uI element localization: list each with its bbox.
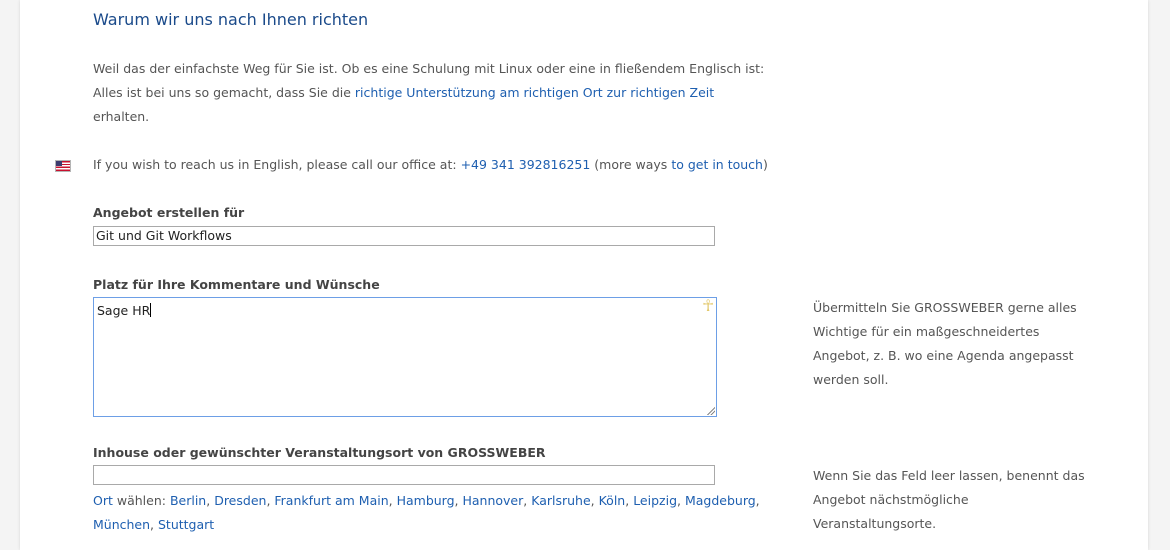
city-list-1: Berlin, Dresden, Frankfurt am Main, Hamb… (170, 493, 760, 508)
page-container: Warum wir uns nach Ihnen richten Weil da… (20, 0, 1148, 550)
city-choice-line-1: Ort wählen: Berlin, Dresden, Frankfurt a… (93, 493, 760, 508)
section-heading: Warum wir uns nach Ihnen richten (93, 10, 369, 29)
intro-line-2: Alles ist bei uns so gemacht, dass Sie d… (93, 85, 714, 100)
intro-line-1: Weil das der einfachste Weg für Sie ist.… (93, 61, 765, 76)
support-link[interactable]: richtige Unterstützung am richtigen Ort … (355, 85, 714, 100)
english-contact-close: ) (762, 157, 768, 172)
location-input[interactable] (93, 465, 715, 485)
intro-line-3: erhalten. (93, 109, 150, 124)
resize-handle[interactable] (706, 406, 715, 415)
location-hint: Wenn Sie das Feld leer lassen, benennt d… (813, 468, 1085, 531)
city-separator: , (625, 493, 634, 508)
city-link-stuttgart[interactable]: Stuttgart (158, 517, 214, 532)
city-separator: , (590, 493, 599, 508)
city-link-hannover[interactable]: Hannover (462, 493, 523, 508)
intro-line-2-text: Alles ist bei uns so gemacht, dass Sie d… (93, 85, 355, 100)
city-link-karlsruhe[interactable]: Karlsruhe (531, 493, 590, 508)
city-link-hamburg[interactable]: Hamburg (397, 493, 455, 508)
location-label: Inhouse oder gewünschter Veranstaltungso… (93, 445, 546, 460)
ankh-icon[interactable]: ☥ (702, 298, 714, 314)
us-flag-icon (55, 160, 71, 172)
choose-text: wählen: (112, 493, 170, 508)
city-separator: , (206, 493, 215, 508)
city-separator: , (755, 493, 760, 508)
english-contact-line: If you wish to reach us in English, plea… (93, 157, 768, 172)
comments-textarea[interactable]: Sage HR ☥ (93, 297, 717, 417)
city-separator: , (677, 493, 685, 508)
comments-label: Platz für Ihre Kommentare und Wünsche (93, 277, 380, 292)
location-choose-link[interactable]: Ort (93, 493, 113, 508)
city-link-magdeburg[interactable]: Magdeburg (685, 493, 756, 508)
city-choice-line-2: München, Stuttgart (93, 517, 214, 532)
city-link-dresden[interactable]: Dresden (214, 493, 266, 508)
city-separator: , (388, 493, 397, 508)
comments-value: Sage HR (97, 303, 151, 318)
comments-hint: Übermitteln Sie GROSSWEBER gerne alles W… (813, 300, 1077, 387)
city-link-köln[interactable]: Köln (599, 493, 626, 508)
city-link-berlin[interactable]: Berlin (170, 493, 206, 508)
english-contact-text: If you wish to reach us in English, plea… (93, 157, 461, 172)
city-link-leipzig[interactable]: Leipzig (633, 493, 677, 508)
english-contact-mid: (more ways (590, 157, 672, 172)
phone-link[interactable]: +49 341 392816251 (461, 157, 591, 172)
offer-input[interactable]: Git und Git Workflows (93, 226, 715, 246)
city-link-münchen[interactable]: München (93, 517, 150, 532)
text-caret (150, 303, 152, 317)
city-list-2: München, Stuttgart (93, 517, 214, 532)
offer-label: Angebot erstellen für (93, 205, 245, 220)
get-in-touch-link[interactable]: to get in touch (671, 157, 763, 172)
city-link-frankfurt-am-main[interactable]: Frankfurt am Main (274, 493, 388, 508)
city-separator: , (150, 517, 158, 532)
